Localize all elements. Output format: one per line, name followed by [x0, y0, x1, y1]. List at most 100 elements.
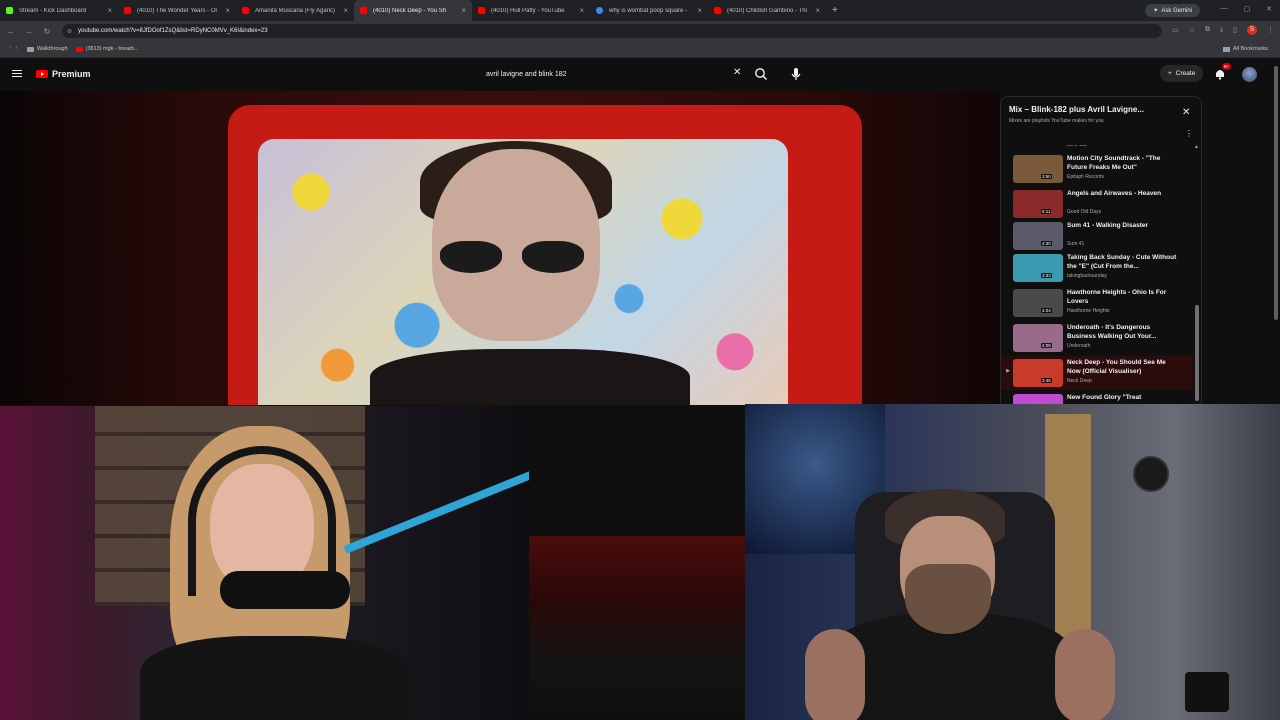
sidebar-icon[interactable]: ▯ — [1233, 26, 1237, 34]
downloads-icon[interactable]: ⤓ — [1220, 26, 1223, 34]
bookmarks-bar: ⋮⋮ Walkthrough (3813) mgk - breadi... Al… — [0, 41, 1280, 58]
back-icon[interactable]: ← — [4, 27, 18, 36]
url-text: youtube.com/watch?v=8JfDOof1ZsQ&list=RDy… — [78, 28, 268, 34]
maximize-icon[interactable]: ▢ — [1244, 5, 1251, 13]
close-icon[interactable]: × — [815, 6, 820, 15]
close-playlist-icon[interactable]: ✕ — [1182, 107, 1190, 118]
playlist-item[interactable]: 4:08 Underoath - It's Dangerous Business… — [1001, 321, 1193, 355]
webcam-left — [0, 406, 529, 720]
scrollbar-thumb[interactable] — [1195, 305, 1199, 401]
profile-avatar[interactable]: S — [1247, 25, 1257, 35]
channel-name: Good Old Days — [1067, 209, 1102, 215]
close-icon[interactable]: × — [107, 6, 112, 15]
close-icon[interactable]: × — [579, 6, 584, 15]
gemini-icon: ✦ — [1153, 8, 1159, 14]
video-thumbnail — [1013, 222, 1063, 250]
playlist-items: blink-182 3:50 Motion City Soundtrack - … — [1001, 145, 1193, 404]
duration: 4:30 — [1041, 241, 1052, 246]
youtube-play-icon — [36, 70, 48, 78]
search-icon[interactable] — [753, 66, 769, 82]
tab-2[interactable]: Amanita Muscaria (Fly Agaric) × — [236, 0, 354, 21]
page-scrollbar-thumb[interactable] — [1274, 66, 1278, 320]
tab-title: (4010) Neck Deep - You Sh — [373, 7, 447, 14]
youtube-icon — [124, 7, 131, 14]
playlist-item[interactable]: 3:33 Taking Back Sunday - Cute Without t… — [1001, 251, 1193, 285]
close-icon[interactable]: × — [225, 6, 230, 15]
tab-5[interactable]: why is wombat poop square - × — [590, 0, 708, 21]
more-options-icon[interactable]: ⋮ — [1185, 129, 1193, 138]
forward-icon[interactable]: → — [22, 27, 36, 36]
playlist-item-partial[interactable]: New Found Glory "Treat — [1001, 391, 1193, 404]
google-icon — [596, 7, 603, 14]
tattooed-arm — [805, 629, 865, 720]
window-controls: — ▢ ✕ — [1221, 5, 1273, 13]
clear-search-icon[interactable]: ✕ — [733, 67, 741, 78]
playlist-item-current[interactable]: ▶ 3:46 Neck Deep - You Should See Me Now… — [1001, 356, 1193, 390]
playlist-title[interactable]: Mix – Blink-182 plus Avril Lavigne... — [1009, 105, 1179, 114]
now-playing-icon: ▶ — [1006, 368, 1010, 374]
new-tab-button[interactable]: + — [832, 5, 838, 16]
address-bar[interactable]: ⊜ youtube.com/watch?v=8JfDOof1ZsQ&list=R… — [62, 24, 1162, 38]
youtube-header: Premium avril lavigne and blink 182 ✕ + C… — [0, 58, 1280, 91]
video-player[interactable] — [0, 91, 1000, 405]
playlist-scrollbar[interactable]: ▲ — [1194, 144, 1200, 403]
minimize-icon[interactable]: — — [1221, 5, 1228, 13]
channel-name: Neck Deep — [1067, 378, 1092, 384]
webcam-right — [745, 404, 1280, 720]
apps-icon[interactable]: ⋮⋮ — [8, 46, 19, 52]
menu-dots-icon[interactable]: ⋮ — [1267, 26, 1274, 34]
bookmark-walkthrough[interactable]: Walkthrough — [27, 46, 68, 52]
channel-name: Sum 41 — [1067, 241, 1085, 247]
bookmark-mgk[interactable]: (3813) mgk - breadi... — [75, 46, 139, 52]
create-label: Create — [1175, 70, 1196, 77]
video-title: New Found Glory "Treat — [1067, 394, 1142, 401]
playlist-item[interactable]: 6:11 Angels and Airwaves - Heaven Good O… — [1001, 187, 1193, 221]
playlist-item[interactable]: 4:04 Hawthorne Heights - Ohio Is For Lov… — [1001, 286, 1193, 320]
all-bookmarks-label: All Bookmarks — [1232, 46, 1268, 52]
playlist-subtitle: Mixes are playlists YouTube makes for yo… — [1009, 118, 1104, 124]
duration: 3:33 — [1041, 273, 1052, 278]
ask-gemini-button[interactable]: ✦ Ask Gemini — [1145, 4, 1200, 17]
all-bookmarks[interactable]: All Bookmarks — [1222, 46, 1268, 52]
close-icon[interactable]: × — [343, 6, 348, 15]
youtube-icon — [75, 46, 83, 52]
scroll-up-icon[interactable]: ▲ — [1194, 144, 1199, 150]
video-title: Hawthorne Heights - Ohio Is For Lovers — [1067, 289, 1167, 305]
youtube-logo[interactable]: Premium — [36, 69, 91, 79]
page-scrollbar[interactable] — [1272, 58, 1280, 418]
bookmark-label: (3813) mgk - breadi... — [85, 46, 139, 52]
previous-item-channel: blink-182 — [1067, 145, 1088, 148]
menu-icon[interactable] — [12, 70, 22, 79]
cast-icon[interactable]: ▭ — [1172, 26, 1179, 34]
reload-icon[interactable]: ↻ — [40, 27, 54, 36]
tab-1[interactable]: (4010) The Wonder Years - Ol × — [118, 0, 236, 21]
duration: 4:04 — [1041, 308, 1052, 313]
site-info-icon[interactable]: ⊜ — [67, 28, 72, 35]
kick-icon — [6, 7, 13, 14]
close-window-icon[interactable]: ✕ — [1266, 5, 1272, 13]
video-thumbnail — [1013, 359, 1063, 387]
sunglasses — [440, 241, 590, 275]
video-lower-area — [529, 536, 745, 720]
close-icon[interactable]: × — [697, 6, 702, 15]
search-input[interactable]: avril lavigne and blink 182 — [477, 65, 749, 83]
tattooed-arm — [1055, 629, 1115, 720]
tab-4[interactable]: (4010) Hull Patty - YouTube × — [472, 0, 590, 21]
extensions-icon[interactable]: ⧉ — [1205, 26, 1210, 34]
microphone — [220, 571, 350, 609]
microphone-icon[interactable] — [787, 65, 805, 83]
tab-6[interactable]: (4010) Childish Gambino - Thi × — [708, 0, 826, 21]
bookmark-star-icon[interactable]: ☆ — [1189, 26, 1195, 34]
bookmark-label: Walkthrough — [37, 46, 68, 52]
tab-0[interactable]: Stream - Kick Dashboard × — [0, 0, 118, 21]
tab-3-active[interactable]: (4010) Neck Deep - You Sh × — [354, 0, 472, 21]
video-thumbnail — [1013, 324, 1063, 352]
tab-title: (4010) Hull Patty - YouTube — [491, 7, 565, 14]
playlist-item[interactable]: 3:50 Motion City Soundtrack - "The Futur… — [1001, 152, 1193, 186]
youtube-icon — [714, 7, 721, 14]
close-icon[interactable]: × — [461, 6, 466, 15]
account-avatar[interactable] — [1242, 67, 1257, 82]
screen: Stream - Kick Dashboard × (4010) The Wond… — [0, 0, 1280, 720]
playlist-item[interactable]: 4:30 Sum 41 - Walking Disaster Sum 41 — [1001, 219, 1193, 253]
create-button[interactable]: + Create — [1160, 65, 1204, 82]
